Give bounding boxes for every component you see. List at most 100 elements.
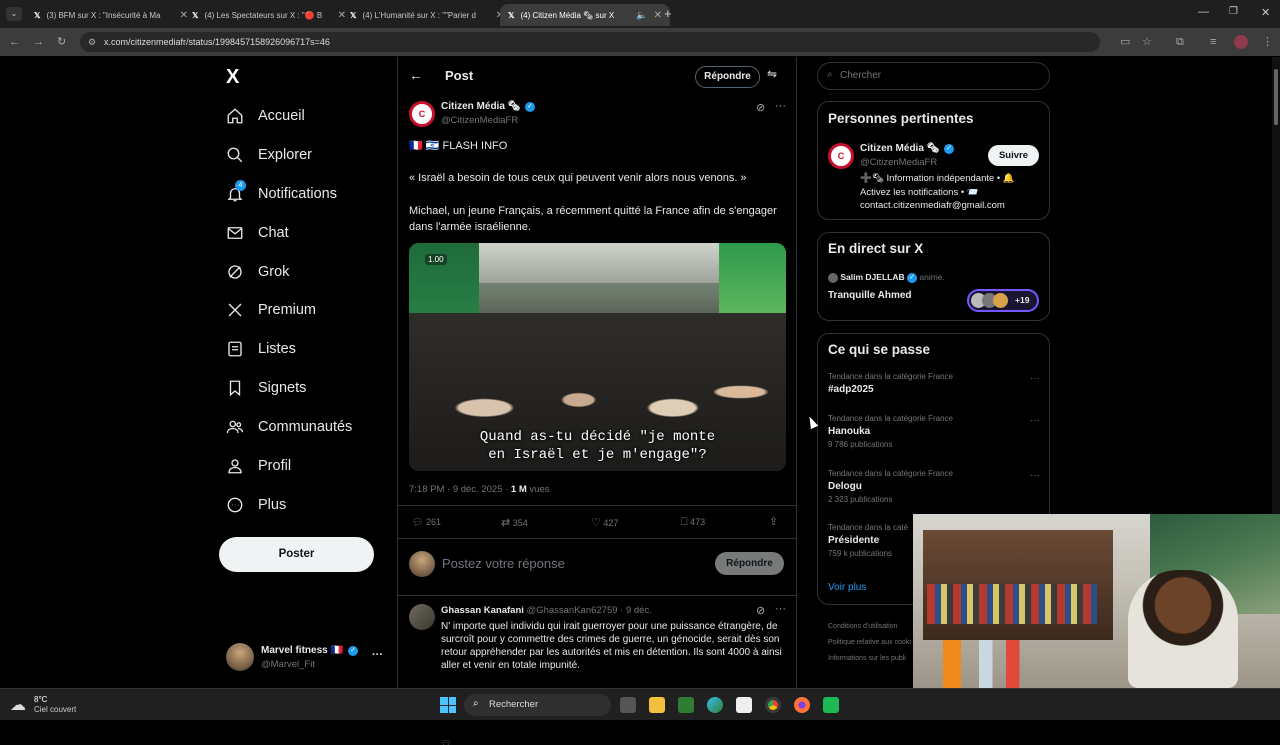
like-action[interactable]: ♡ 427: [591, 516, 618, 529]
live-space-title[interactable]: Tranquille Ahmed: [828, 290, 912, 301]
reply-icon[interactable]: 💬︎: [441, 739, 451, 745]
sidebar-item-accueil[interactable]: Accueil: [226, 104, 305, 128]
file-explorer-icon[interactable]: [649, 697, 665, 713]
list-icon: [226, 340, 244, 358]
close-tab-icon[interactable]: ✕: [654, 10, 662, 21]
reload-icon[interactable]: ↻: [57, 35, 66, 49]
browser-tab-2[interactable]: 𝕏 (4) Les Spectateurs sur X : "🔴 B ✕: [184, 4, 354, 26]
reply-date[interactable]: · 9 déc.: [620, 605, 652, 616]
relevant-people-card: Personnes pertinentes C Citizen Média 🗞 …: [817, 101, 1050, 220]
sidebar-item-listes[interactable]: Listes: [226, 337, 296, 361]
reply-input[interactable]: Postez votre réponse: [442, 556, 692, 571]
windows-taskbar: ☁ 8°C Ciel couvert ⌕ Rechercher: [0, 688, 1280, 720]
back-icon[interactable]: ←: [9, 35, 20, 49]
author-name[interactable]: Citizen Média 🗞: [441, 101, 520, 112]
bookmark-star-icon[interactable]: ☆: [1142, 35, 1152, 49]
reply-action[interactable]: 💬︎ 261: [412, 517, 441, 528]
chrome-icon[interactable]: [765, 697, 781, 713]
app-icon[interactable]: [823, 697, 839, 713]
relevant-name[interactable]: Citizen Média 🗞: [860, 143, 939, 154]
sidebar-item-plus[interactable]: Plus: [226, 493, 286, 517]
post-more-icon[interactable]: ···: [775, 100, 786, 112]
extensions-icon[interactable]: ⧉: [1176, 35, 1184, 49]
reply-submit-button[interactable]: Répondre: [715, 552, 784, 575]
browser-tab-3[interactable]: 𝕏 (4) L'Humanité sur X : ""Parier d ✕: [342, 4, 512, 26]
video-canopy: [479, 243, 719, 283]
trend-more-icon[interactable]: ···: [1030, 415, 1040, 426]
follow-button[interactable]: Suivre: [988, 145, 1039, 166]
scrollbar-thumb[interactable]: [1274, 69, 1278, 125]
browser-menu-icon[interactable]: ⋮: [1262, 35, 1273, 49]
post-video[interactable]: 1.00 Quand as-tu décidé "je monte en Isr…: [409, 243, 786, 471]
trend-item[interactable]: Tendance dans la catégorie France Hanouk…: [828, 414, 1040, 454]
sidebar-item-communautes[interactable]: Communautés: [226, 415, 352, 439]
sidebar-item-signets[interactable]: Signets: [226, 376, 306, 400]
profile-avatar[interactable]: [1234, 35, 1248, 49]
sidebar-item-grok[interactable]: Grok: [226, 260, 289, 284]
sidebar-item-premium[interactable]: Premium: [226, 298, 316, 322]
trend-item[interactable]: Tendance dans la catégorie France #adp20…: [828, 372, 1040, 404]
footer-link[interactable]: Politique relative aux cooki: [828, 635, 918, 651]
sidebar-item-label: Accueil: [258, 108, 305, 124]
reply-author-name[interactable]: Ghassan Kanafani: [441, 605, 524, 616]
reply-more-icon[interactable]: ···: [775, 603, 786, 615]
sidebar-item-notifications[interactable]: 4 Notifications: [226, 180, 337, 206]
edge-icon[interactable]: [707, 697, 723, 713]
author-avatar[interactable]: C: [409, 101, 435, 127]
account-switcher[interactable]: Marvel fitness 🇫🇷 ✓ @Marvel_Fit ···: [226, 643, 386, 675]
store-icon[interactable]: [736, 697, 752, 713]
back-arrow-icon[interactable]: ←: [409, 67, 423, 83]
live-listeners[interactable]: +19: [967, 289, 1039, 312]
post-time[interactable]: 7:18 PM · 9 déc. 2025 ·: [409, 484, 511, 495]
browser-tab-4-active[interactable]: 𝕏 (4) Citizen Média 🗞 sur X 🔈 ✕: [500, 4, 670, 26]
maximize-icon[interactable]: ❐: [1229, 6, 1238, 17]
show-more-link[interactable]: Voir plus: [828, 582, 866, 593]
relevant-avatar[interactable]: C: [828, 143, 854, 169]
relevant-handle[interactable]: @CitizenMediaFR: [860, 157, 937, 168]
more-options-icon[interactable]: ···: [372, 649, 383, 661]
weather-widget[interactable]: ☁ 8°C Ciel couvert: [10, 693, 130, 717]
tab-list-chevron-icon[interactable]: ⌄: [6, 7, 22, 21]
url-field[interactable]: ⚙ x.com/citizenmediafr/status/1998457158…: [80, 32, 1100, 52]
footer-link[interactable]: Informations sur les publi: [828, 651, 918, 667]
trend-more-icon[interactable]: ···: [1030, 373, 1040, 384]
trend-more-icon[interactable]: ···: [1030, 470, 1040, 481]
reply-author-avatar[interactable]: [409, 604, 435, 630]
nvidia-icon[interactable]: [678, 697, 694, 713]
minimize-icon[interactable]: —: [1198, 6, 1209, 18]
forward-icon[interactable]: →: [33, 35, 44, 49]
install-app-icon[interactable]: ▭: [1120, 35, 1130, 49]
media-control-icon[interactable]: ≡: [1210, 35, 1216, 49]
reply-author-handle[interactable]: @GhassanKan62759: [527, 605, 618, 616]
grok-explain-icon[interactable]: ⊘: [756, 604, 765, 617]
share-icon[interactable]: ⇪: [769, 515, 778, 528]
post-button[interactable]: Poster: [219, 537, 374, 572]
site-info-icon[interactable]: ⚙: [88, 32, 96, 52]
x-favicon-icon: 𝕏: [192, 10, 199, 20]
repost-action[interactable]: ⇄ 354: [501, 516, 528, 529]
new-tab-icon[interactable]: +: [664, 6, 672, 21]
task-view-icon[interactable]: [620, 697, 636, 713]
taskbar-search[interactable]: ⌕ Rechercher: [464, 694, 611, 716]
search-box[interactable]: ⌕ Chercher: [817, 62, 1050, 90]
header-reply-button[interactable]: Répondre: [695, 66, 760, 88]
start-button-icon[interactable]: [440, 697, 456, 713]
firefox-icon[interactable]: [794, 697, 810, 713]
author-handle[interactable]: @CitizenMediaFR: [441, 115, 518, 126]
post-body: Michael, un jeune Français, a récemment …: [409, 205, 777, 233]
video-subtitle-line-2: en Israël et je m'engage"?: [488, 447, 707, 463]
sidebar-item-explorer[interactable]: Explorer: [226, 143, 312, 167]
sidebar-item-chat[interactable]: Chat: [226, 221, 289, 245]
audio-icon[interactable]: 🔈: [636, 10, 647, 21]
filter-settings-icon[interactable]: ⇋: [767, 67, 777, 81]
trend-item[interactable]: Tendance dans la catégorie France Delogu…: [828, 469, 1040, 509]
close-window-icon[interactable]: ✕: [1261, 6, 1270, 19]
sidebar-item-label: Notifications: [258, 186, 337, 202]
live-host-name[interactable]: Salim DJELLAB: [840, 272, 904, 282]
bookmark-action[interactable]: ⎕ 473: [681, 516, 705, 529]
footer-link[interactable]: Conditions d'utilisation: [828, 619, 918, 635]
grok-explain-icon[interactable]: ⊘: [756, 101, 765, 114]
browser-tab-1[interactable]: 𝕏 (3) BFM sur X : "Insécurité à Ma ✕: [26, 4, 196, 26]
x-logo-icon[interactable]: X: [226, 66, 239, 89]
sidebar-item-profil[interactable]: Profil: [226, 454, 291, 478]
